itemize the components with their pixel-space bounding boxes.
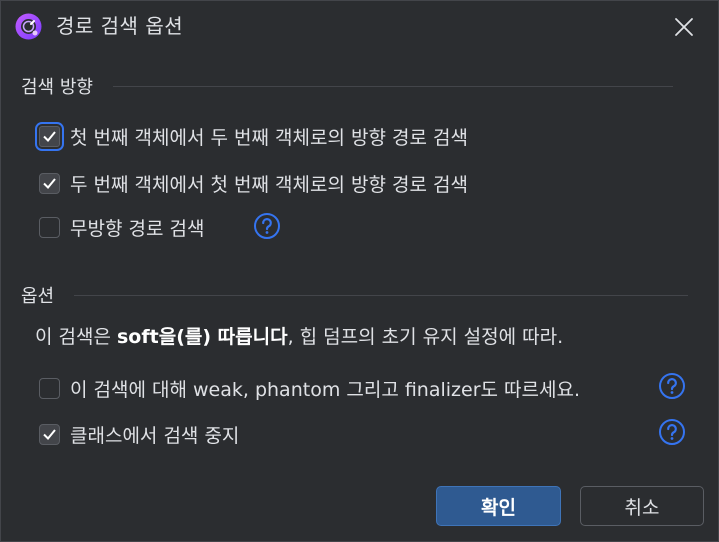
app-logo-icon <box>15 13 42 40</box>
checkbox-stop-at-classes[interactable] <box>39 424 60 445</box>
close-icon[interactable] <box>672 15 696 39</box>
retention-info-text: 이 검색은 soft을(를) 따릅니다, 힙 덤프의 초기 유지 설정에 따라. <box>35 322 563 349</box>
option-label: 두 번째 객체에서 첫 번째 객체로의 방향 경로 검색 <box>70 174 468 196</box>
checkmark-icon <box>43 178 56 189</box>
option-follow-weak[interactable]: 이 검색에 대해 weak, phantom 그리고 finalizer도 따르… <box>39 375 580 402</box>
help-icon[interactable] <box>253 212 281 240</box>
section-header-options: 옵션 <box>21 282 689 308</box>
checkbox-first-to-second[interactable] <box>35 122 64 151</box>
info-bold: soft을(를) 따릅니다 <box>117 326 288 348</box>
option-stop-at-classes[interactable]: 클래스에서 검색 중지 <box>39 421 239 448</box>
checkmark-icon <box>43 429 56 440</box>
section-divider <box>112 85 673 87</box>
section-header-direction: 검색 방향 <box>21 73 673 99</box>
cancel-button[interactable]: 취소 <box>580 486 704 526</box>
option-label: 클래스에서 검색 중지 <box>70 425 240 447</box>
option-label: 이 검색에 대해 weak, phantom 그리고 finalizer도 따르… <box>70 379 581 401</box>
section-header-label: 검색 방향 <box>21 77 93 98</box>
dialog-title: 경로 검색 옵션 <box>56 14 184 38</box>
option-undirected[interactable]: 무방향 경로 검색 <box>39 214 204 241</box>
section-divider <box>74 294 689 296</box>
help-icon[interactable] <box>658 418 686 446</box>
info-suffix: , 힙 덤프의 초기 유지 설정에 따라. <box>287 326 564 348</box>
section-header-label: 옵션 <box>21 286 55 307</box>
title-bar: 경로 검색 옵션 <box>1 1 718 53</box>
checkbox-undirected[interactable] <box>39 217 60 238</box>
option-first-to-second[interactable]: 첫 번째 객체에서 두 번째 객체로의 방향 경로 검색 <box>35 122 468 151</box>
option-label: 무방향 경로 검색 <box>70 218 205 240</box>
path-search-options-dialog: 경로 검색 옵션 검색 방향 첫 번째 객체에서 두 번째 객체로의 방향 경로… <box>0 0 719 542</box>
ok-button[interactable]: 확인 <box>436 486 561 526</box>
option-label: 첫 번째 객체에서 두 번째 객체로의 방향 경로 검색 <box>70 127 468 149</box>
checkbox-follow-weak[interactable] <box>39 378 60 399</box>
checkbox-second-to-first[interactable] <box>39 173 60 194</box>
help-icon[interactable] <box>658 372 686 400</box>
checkmark-icon <box>43 131 56 142</box>
option-second-to-first[interactable]: 두 번째 객체에서 첫 번째 객체로의 방향 경로 검색 <box>39 170 468 197</box>
info-prefix: 이 검색은 <box>35 326 117 348</box>
